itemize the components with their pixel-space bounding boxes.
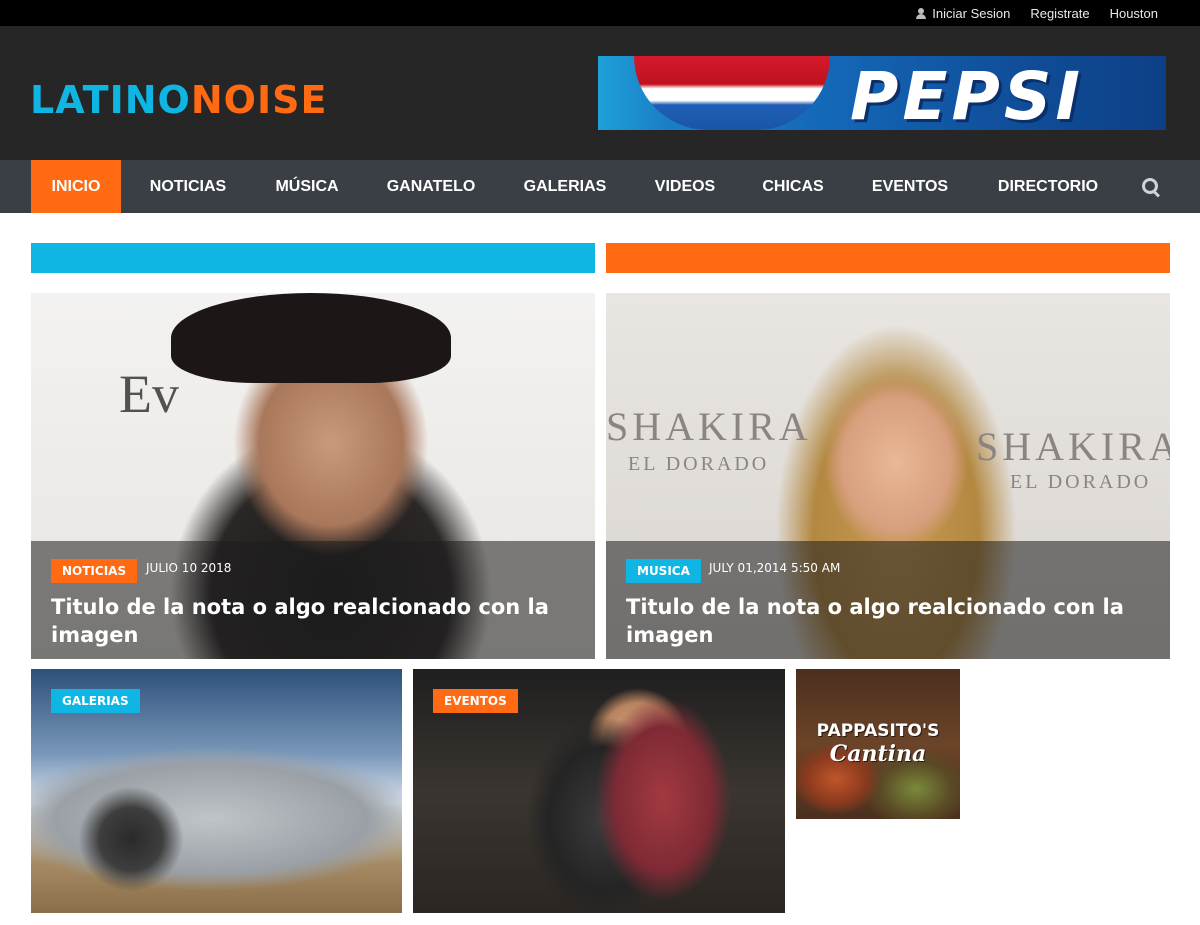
photo-detail — [171, 293, 451, 383]
nav-item-galerias[interactable]: GALERIAS — [508, 160, 622, 213]
gallery-card[interactable]: GALERIAS — [31, 669, 402, 913]
backdrop-text: Ev — [119, 364, 179, 424]
site-logo[interactable]: LATINONOISE — [30, 78, 327, 122]
card-caption-overlay: NOTICIAS JULIO 10 2018 Titulo de la nota… — [31, 541, 595, 659]
nav-item-directorio[interactable]: DIRECTORIO — [982, 160, 1114, 213]
category-tag[interactable]: GALERIAS — [51, 689, 140, 713]
nav-item-inicio[interactable]: INICIO — [31, 160, 121, 213]
category-tag[interactable]: NOTICIAS — [51, 559, 138, 583]
logo-noise: NOISE — [190, 78, 328, 122]
card-caption-overlay: MUSICA JULY 01,2014 5:50 AM Titulo de la… — [606, 541, 1170, 659]
ad-brand-line1: PAPPASITO'S — [816, 721, 940, 741]
city-selector[interactable]: Houston — [1110, 6, 1158, 21]
logo-latino: LATINO — [30, 78, 191, 122]
ad-brand-line2: Cantina — [829, 741, 927, 767]
site-header: LATINONOISE PEPSI — [0, 26, 1200, 160]
nav-item-eventos[interactable]: EVENTOS — [856, 160, 964, 213]
register-link[interactable]: Registrate — [1030, 6, 1089, 21]
nav-item-chicas[interactable]: CHICAS — [748, 160, 838, 213]
login-link[interactable]: Iniciar Sesion — [916, 6, 1010, 21]
pappasitos-side-ad[interactable]: PAPPASITO'S Cantina — [796, 669, 960, 819]
post-date: JULY 01,2014 5:50 AM — [709, 561, 841, 575]
section-bar-blue — [31, 243, 595, 273]
nav-item-noticias[interactable]: NOTICIAS — [136, 160, 240, 213]
post-date: JULIO 10 2018 — [146, 561, 232, 575]
backdrop-text: SHAKIRA — [976, 424, 1170, 469]
top-utility-bar: Iniciar Sesion Registrate Houston — [0, 0, 1200, 26]
feature-card-noticias[interactable]: Ev NOTICIAS JULIO 10 2018 Titulo de la n… — [31, 293, 595, 659]
main-nav: INICIO NOTICIAS MÚSICA GANATELO GALERIAS… — [0, 160, 1200, 213]
user-icon — [916, 7, 927, 19]
top-links: Iniciar Sesion Registrate Houston — [916, 0, 1158, 26]
login-label: Iniciar Sesion — [932, 5, 1011, 21]
events-card[interactable]: EVENTOS — [413, 669, 785, 913]
search-icon[interactable] — [1142, 178, 1160, 196]
article-title[interactable]: Titulo de la nota o algo realcionado con… — [51, 593, 581, 649]
article-title[interactable]: Titulo de la nota o algo realcionado con… — [626, 593, 1156, 649]
nav-item-musica[interactable]: MÚSICA — [258, 160, 356, 213]
nav-item-videos[interactable]: VIDEOS — [640, 160, 730, 213]
section-bar-orange — [606, 243, 1170, 273]
category-tag[interactable]: EVENTOS — [433, 689, 518, 713]
pepsi-banner-ad[interactable]: PEPSI — [598, 56, 1166, 130]
backdrop-subtext: EL DORADO — [628, 453, 770, 475]
feature-card-musica[interactable]: SHAKIRA EL DORADO SHAKIRA EL DORADO MUSI… — [606, 293, 1170, 659]
pepsi-globe-logo — [634, 56, 830, 130]
backdrop-text: SHAKIRA — [606, 404, 812, 449]
nav-item-ganatelo[interactable]: GANATELO — [373, 160, 489, 213]
pepsi-wordmark: PEPSI — [850, 58, 1084, 130]
backdrop-subtext: EL DORADO — [1010, 471, 1152, 493]
category-tag[interactable]: MUSICA — [626, 559, 701, 583]
